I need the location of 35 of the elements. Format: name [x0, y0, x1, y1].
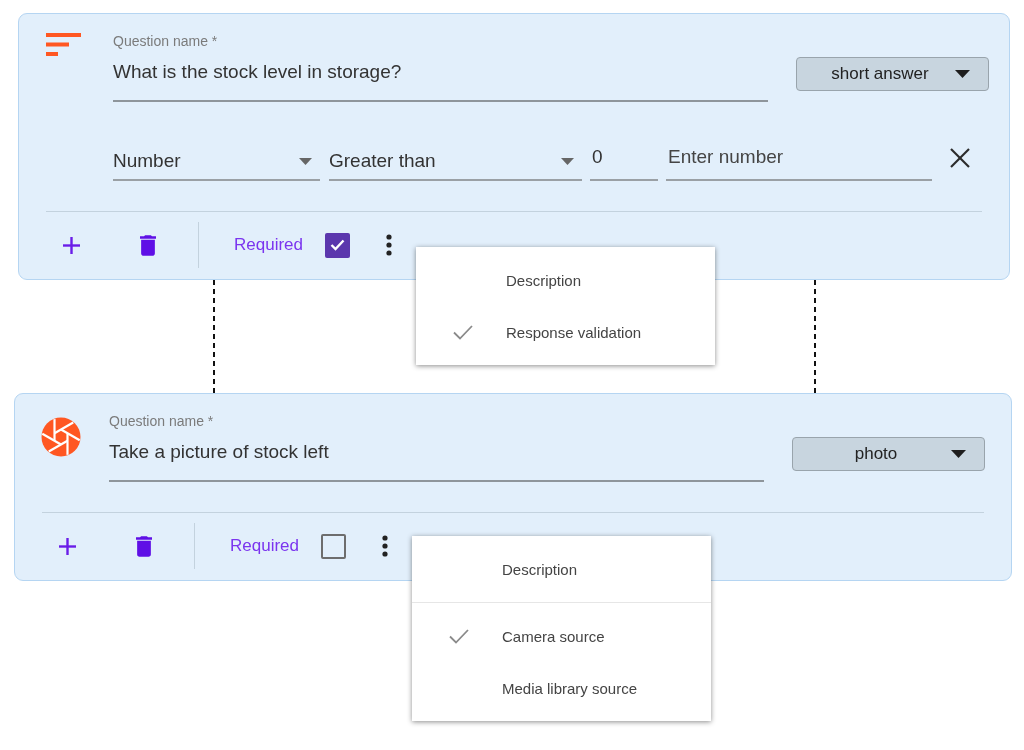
field-label: Question name *: [113, 32, 218, 51]
caret-icon: [561, 157, 574, 165]
required-checkbox[interactable]: [321, 533, 346, 559]
select-dropdown[interactable]: Number: [113, 143, 320, 181]
required-checkbox[interactable]: [325, 232, 350, 258]
menu-item[interactable]: Description: [416, 254, 715, 306]
menu-item[interactable]: Media library source: [412, 662, 711, 714]
vertical-dots-icon: [382, 535, 388, 557]
checkmark-icon: [330, 239, 345, 251]
plus-icon: [62, 236, 80, 254]
caret-icon: [299, 157, 312, 165]
lines-icon: [46, 33, 81, 56]
aperture-icon: [41, 417, 81, 457]
caret-icon: [955, 70, 970, 78]
question-type-dropdown[interactable]: short answer: [796, 57, 989, 91]
checkmark-icon: [453, 324, 473, 340]
vertical-dots-icon: [386, 234, 392, 256]
close-icon: [950, 148, 970, 168]
trash-icon: [136, 535, 152, 557]
number-input[interactable]: Enter number: [666, 143, 932, 181]
select-dropdown[interactable]: Greater than: [329, 143, 582, 181]
menu-item[interactable]: Camera source: [412, 610, 711, 662]
plus-icon: [58, 537, 76, 555]
required-label: Required: [234, 235, 303, 255]
question-name-input[interactable]: What is the stock level in storage?: [113, 55, 768, 102]
menu-item[interactable]: Response validation: [416, 306, 715, 358]
required-label: Required: [230, 536, 299, 556]
field-label: Question name *: [109, 412, 214, 431]
value-input[interactable]: 0: [590, 143, 658, 181]
caret-icon: [951, 450, 966, 458]
question-type-dropdown[interactable]: photo: [792, 437, 985, 471]
menu-item[interactable]: Description: [412, 543, 711, 595]
trash-icon: [140, 234, 156, 256]
question-name-input[interactable]: Take a picture of stock left: [109, 435, 764, 482]
checkmark-icon: [449, 628, 469, 644]
